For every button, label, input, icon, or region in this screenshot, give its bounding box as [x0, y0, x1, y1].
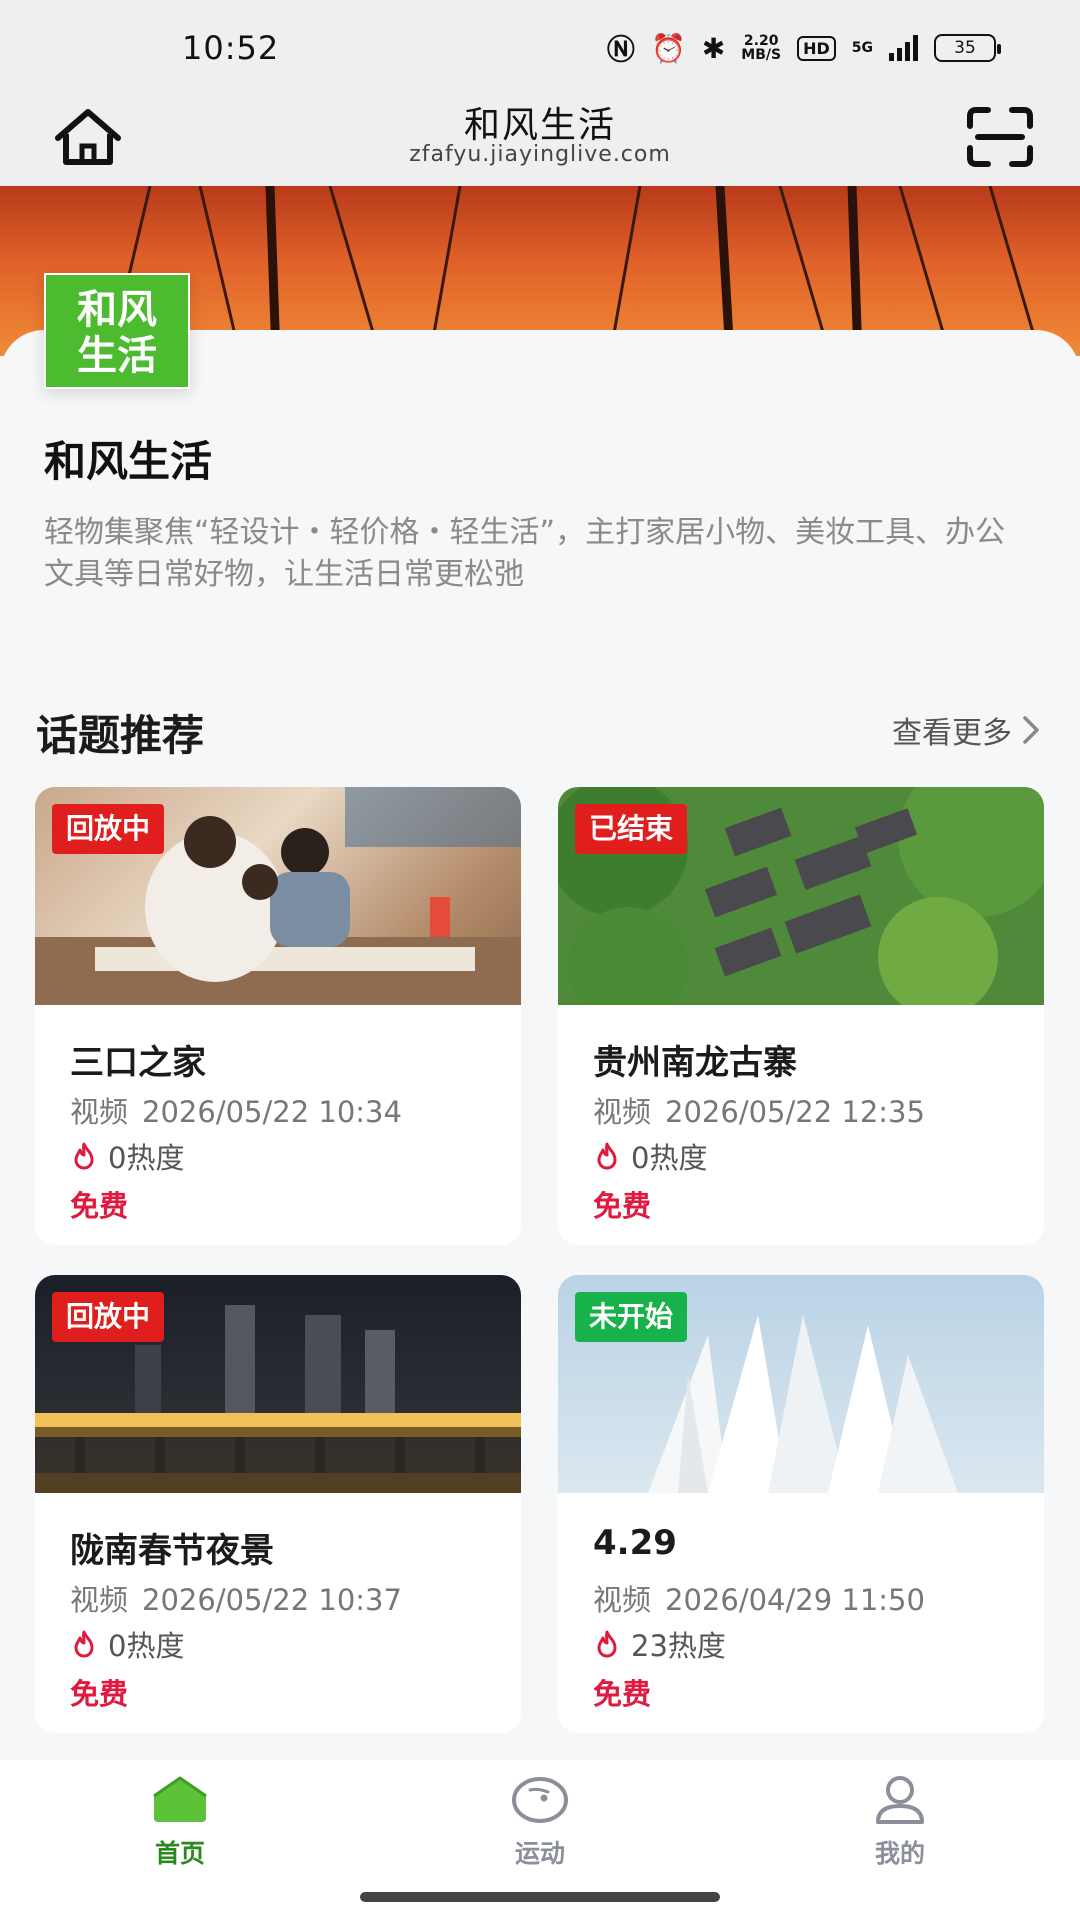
scan-button[interactable] — [960, 102, 1040, 172]
card-meta: 视频 2026/05/22 10:37 — [70, 1577, 402, 1619]
flame-icon — [74, 1142, 94, 1170]
topic-card[interactable]: 回放中 陇南春节夜景 视频 2026/05/22 10:37 0热度 免费 — [35, 1275, 521, 1733]
status-badge: 回放中 — [52, 804, 165, 854]
sport-icon — [512, 1777, 568, 1823]
card-heat-value: 0热度 — [631, 1141, 708, 1175]
chevron-right-icon — [1023, 716, 1039, 744]
brand-description: 轻物集聚焦“轻设计・轻价格・轻生活”，主打家居小物、美妆工具、办公文具等日常好物… — [44, 515, 1006, 592]
topic-card[interactable]: 未开始 4.29 视频 2026/04/29 11:50 23热度 免费 — [558, 1275, 1044, 1733]
status-badge: 回放中 — [52, 1292, 165, 1342]
home-filled-icon — [153, 1776, 207, 1822]
card-heat: 23热度 — [593, 1623, 726, 1665]
nav-home[interactable]: 首页 — [110, 1774, 250, 1870]
see-more-link[interactable]: 查看更多 — [892, 708, 1042, 752]
see-more-label: 查看更多 — [892, 716, 1012, 751]
flame-icon — [597, 1630, 617, 1658]
battery-icon: 35 — [934, 34, 1001, 62]
net-speed-unit: MB/S — [741, 47, 782, 63]
topic-card[interactable]: 已结束 贵州南龙古寨 视频 2026/05/22 12:35 0热度 免费 — [558, 787, 1044, 1245]
card-heat-value: 0热度 — [108, 1141, 185, 1175]
card-title: 4.29 — [593, 1523, 677, 1563]
card-meta: 视频 2026/04/29 11:50 — [593, 1577, 925, 1619]
status-time: 10:52 — [182, 29, 280, 67]
logo-line-2: 生活 — [77, 333, 157, 379]
card-thumbnail-family: 回放中 — [35, 787, 521, 1005]
card-datetime: 2026/05/22 10:37 — [142, 1583, 402, 1617]
card-price: 免费 — [593, 1189, 652, 1223]
flame-icon — [74, 1630, 94, 1658]
card-title: 贵州南龙古寨 — [593, 1043, 797, 1083]
bluetooth-icon: ✱ — [701, 31, 726, 65]
card-heat-value: 23热度 — [631, 1629, 726, 1663]
card-thumbnail-village: 已结束 — [558, 787, 1044, 1005]
nav-sport-label: 运动 — [514, 1839, 565, 1868]
hd-badge: HD — [797, 35, 836, 61]
card-heat-value: 0热度 — [108, 1629, 185, 1663]
card-title: 三口之家 — [70, 1043, 206, 1083]
card-heat: 0热度 — [593, 1135, 707, 1177]
signal-icon — [889, 35, 918, 61]
topic-card[interactable]: 回放中 三口之家 视频 2026/05/22 10:34 0热度 免费 — [35, 787, 521, 1245]
scan-icon — [967, 107, 1033, 167]
brand-name: 和风生活 — [44, 437, 213, 486]
card-datetime: 2026/04/29 11:50 — [665, 1583, 925, 1617]
card-heat: 0热度 — [70, 1135, 184, 1177]
card-type: 视频 — [70, 1095, 129, 1129]
user-icon — [876, 1776, 924, 1824]
card-thumbnail-white-spires: 未开始 — [558, 1275, 1044, 1493]
card-price: 免费 — [70, 1189, 129, 1223]
nav-mine-label: 我的 — [874, 1839, 925, 1868]
card-meta: 视频 2026/05/22 10:34 — [70, 1089, 402, 1131]
header-title: 和风生活 — [463, 105, 616, 146]
card-thumbnail-night-bridge: 回放中 — [35, 1275, 521, 1493]
flame-icon — [597, 1142, 617, 1170]
app-header: 和风生活 zfafyu.jiayinglive.com — [0, 96, 1080, 186]
alarm-icon: ⏰ — [650, 31, 686, 65]
nav-mine[interactable]: 我的 — [830, 1774, 970, 1870]
nav-sport[interactable]: 运动 — [470, 1774, 610, 1870]
gesture-bar[interactable] — [360, 1892, 720, 1902]
card-title: 陇南春节夜景 — [70, 1531, 274, 1571]
status-badge: 未开始 — [575, 1292, 688, 1342]
card-price: 免费 — [70, 1677, 129, 1711]
status-icons: Ⓝ ⏰ ✱ 2.20 MB/S HD 5G 35 — [606, 28, 1001, 68]
card-type: 视频 — [593, 1095, 652, 1129]
card-type: 视频 — [70, 1583, 129, 1617]
card-datetime: 2026/05/22 10:34 — [142, 1095, 402, 1129]
net-speed: 2.20 MB/S — [741, 34, 781, 62]
status-bar: 10:52 Ⓝ ⏰ ✱ 2.20 MB/S HD 5G 35 — [0, 0, 1080, 96]
section-title: 话题推荐 — [36, 711, 205, 760]
card-datetime: 2026/05/22 12:35 — [665, 1095, 925, 1129]
card-meta: 视频 2026/05/22 12:35 — [593, 1089, 925, 1131]
card-type: 视频 — [593, 1583, 652, 1617]
status-badge: 已结束 — [575, 804, 688, 854]
nfc-icon: Ⓝ — [606, 33, 635, 66]
logo-line-1: 和风 — [77, 287, 157, 333]
card-heat: 0热度 — [70, 1623, 184, 1665]
brand-logo: 和风 生活 — [44, 273, 190, 389]
nav-home-label: 首页 — [154, 1839, 205, 1868]
network-type: 5G — [851, 40, 873, 56]
card-price: 免费 — [593, 1677, 652, 1711]
header-url: zfafyu.jiayinglive.com — [409, 142, 671, 167]
